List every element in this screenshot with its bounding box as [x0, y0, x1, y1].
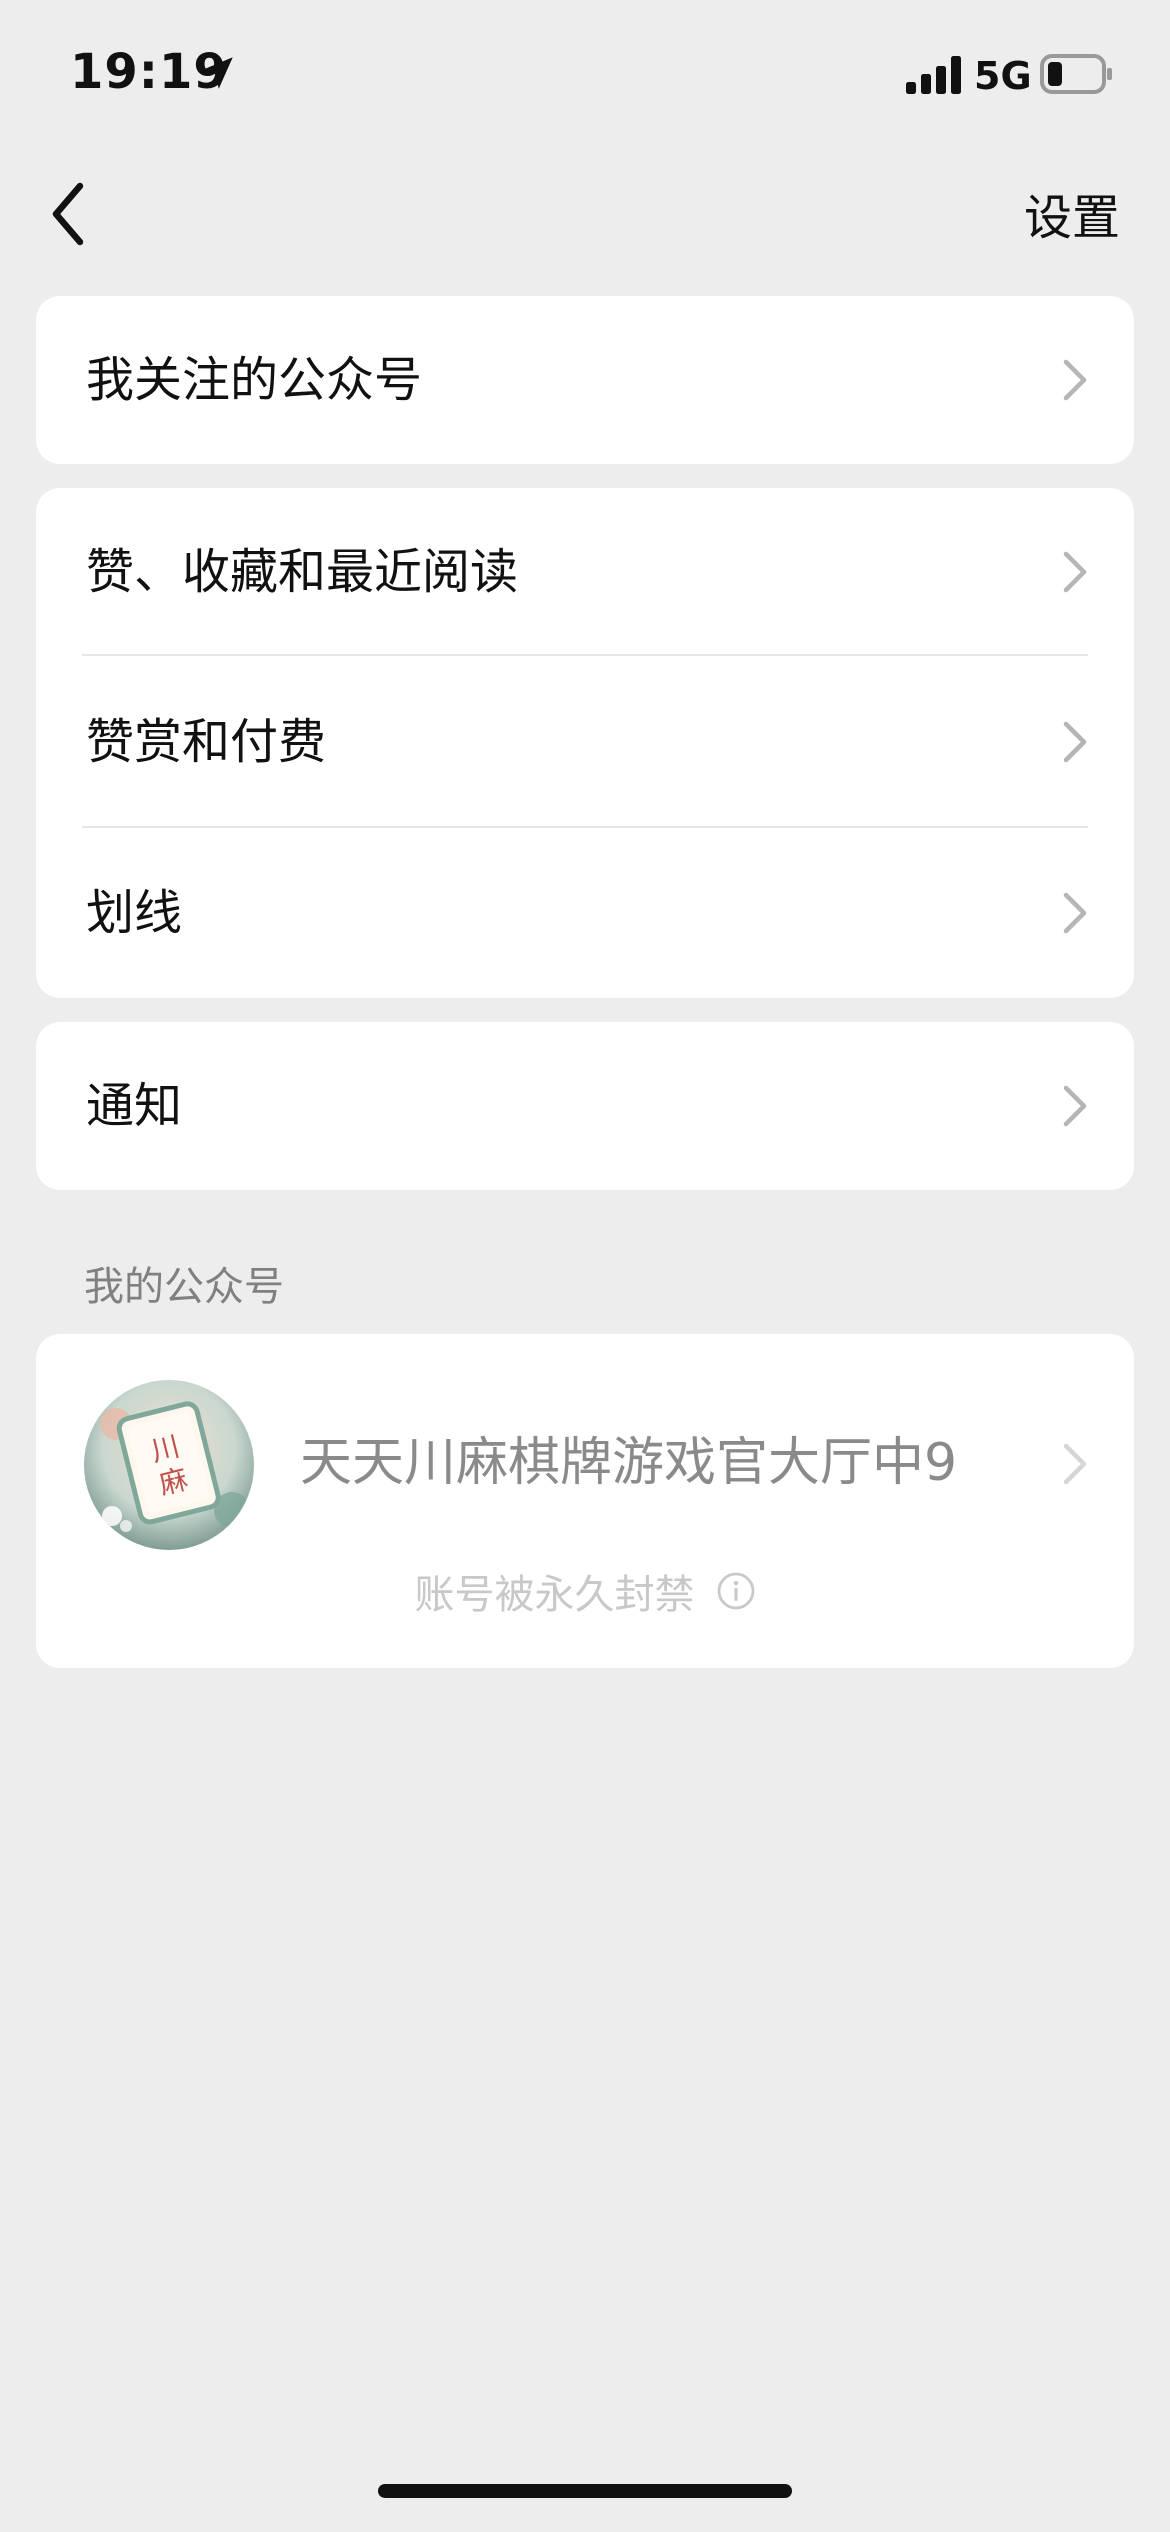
menu-item-label: 赞赏和付费 — [86, 714, 327, 770]
status-bar: 19:19 5G — [0, 0, 1170, 150]
chevron-right-icon — [1063, 892, 1087, 934]
menu-item-notifications[interactable]: 通知 — [36, 1022, 1134, 1190]
navigation-bar: 设置 — [0, 160, 1170, 260]
menu-item-label: 我关注的公众号 — [86, 352, 423, 408]
menu-item-label: 赞、收藏和最近阅读 — [86, 544, 519, 600]
chevron-right-icon — [1063, 721, 1087, 763]
menu-item-followed-accounts[interactable]: 我关注的公众号 — [36, 296, 1134, 464]
network-type: 5G — [974, 54, 1032, 98]
battery-icon — [1040, 54, 1112, 94]
home-indicator — [378, 2484, 792, 2498]
section-title-my-accounts: 我的公众号 — [84, 1264, 284, 1310]
avatar: 川 麻 — [84, 1380, 254, 1550]
account-name: 天天川麻棋牌游戏官大厅中9 — [300, 1433, 958, 1493]
signal-strength-icon — [906, 56, 961, 94]
chevron-right-icon — [1063, 1443, 1087, 1485]
menu-item-rewards-payments[interactable]: 赞赏和付费 — [36, 656, 1134, 828]
my-account-card[interactable]: 川 麻 天天川麻棋牌游戏官大厅中9 账号被永久封禁 — [36, 1334, 1134, 1668]
info-icon[interactable] — [716, 1571, 756, 1611]
account-status-row: 账号被永久封禁 — [36, 1562, 1134, 1620]
chevron-left-icon[interactable] — [40, 174, 100, 254]
menu-item-label: 通知 — [86, 1078, 183, 1134]
chevron-right-icon — [1063, 359, 1087, 401]
menu-group-activity: 赞、收藏和最近阅读 赞赏和付费 划线 — [36, 488, 1134, 998]
settings-button[interactable]: 设置 — [1024, 178, 1120, 248]
chevron-right-icon — [1063, 1085, 1087, 1127]
menu-group-followed: 我关注的公众号 — [36, 296, 1134, 464]
menu-group-notifications: 通知 — [36, 1022, 1134, 1190]
menu-item-highlights[interactable]: 划线 — [36, 828, 1134, 998]
location-arrow-icon — [201, 57, 233, 89]
chevron-right-icon — [1063, 551, 1087, 593]
menu-item-label: 划线 — [86, 885, 183, 941]
account-status-text: 账号被永久封禁 — [414, 1572, 695, 1618]
menu-item-likes-favorites-recent[interactable]: 赞、收藏和最近阅读 — [36, 488, 1134, 656]
